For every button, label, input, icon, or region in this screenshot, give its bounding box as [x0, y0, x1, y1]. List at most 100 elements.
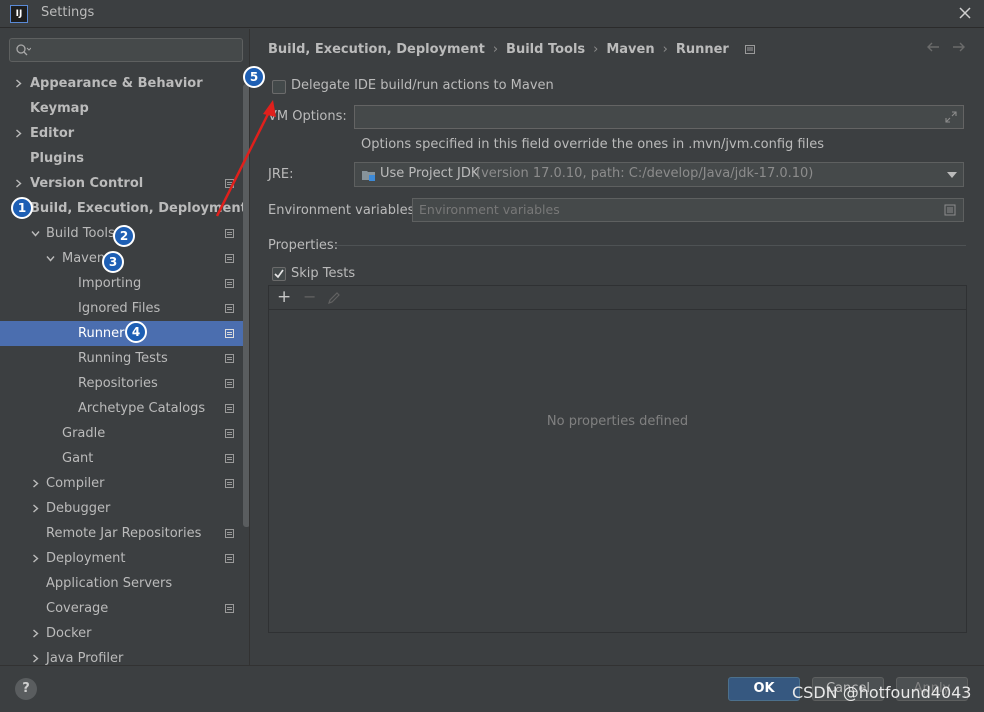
sidebar-item-label: Appearance & Behavior [30, 76, 203, 91]
project-level-icon [225, 229, 234, 238]
project-level-icon [225, 354, 234, 363]
project-level-icon [225, 329, 234, 338]
chevron-right-icon[interactable] [31, 629, 40, 638]
help-button[interactable]: ? [15, 678, 37, 700]
sidebar-item[interactable]: Deployment [0, 546, 249, 571]
annotation-badge-2: 2 [113, 225, 135, 247]
breadcrumb-item[interactable]: Maven [606, 42, 654, 57]
sidebar-item[interactable]: Maven [0, 246, 249, 271]
sidebar-item-label: Gradle [62, 426, 106, 441]
env-variables-field[interactable]: Environment variables [412, 198, 964, 222]
annotation-badge-3: 3 [102, 251, 124, 273]
chevron-down-icon[interactable] [46, 254, 55, 263]
chevron-right-icon[interactable] [14, 129, 23, 138]
settings-search-input[interactable] [9, 38, 243, 62]
chevron-right-icon[interactable] [31, 654, 40, 663]
ok-button[interactable]: OK [728, 677, 800, 701]
sidebar-item[interactable]: Coverage [0, 596, 249, 621]
chevron-right-icon[interactable] [31, 504, 40, 513]
sidebar-item-label: Java Profiler [46, 651, 124, 665]
add-icon[interactable]: + [277, 287, 291, 307]
sidebar-item-label: Debugger [46, 501, 111, 516]
sidebar-item[interactable]: Application Servers [0, 571, 249, 596]
sidebar-item-label: Application Servers [46, 576, 173, 591]
sidebar-item[interactable]: Docker [0, 621, 249, 646]
breadcrumb-separator: › [593, 42, 599, 57]
properties-divider [333, 245, 966, 246]
browse-icon[interactable] [944, 204, 956, 216]
sidebar-item[interactable]: Gradle [0, 421, 249, 446]
sidebar-item-label: Archetype Catalogs [78, 401, 206, 416]
vm-options-label: VM Options: [268, 109, 347, 124]
navigation-arrows [918, 41, 966, 57]
sidebar-item-label: Remote Jar Repositories [46, 526, 202, 541]
sidebar-item[interactable]: Running Tests [0, 346, 249, 371]
sidebar-item-label: Ignored Files [78, 301, 161, 316]
project-level-icon [225, 529, 234, 538]
sidebar-item[interactable]: Plugins [0, 146, 249, 171]
sidebar-item[interactable]: Version Control [0, 171, 249, 196]
empty-properties-text: No properties defined [546, 414, 689, 429]
sidebar-item[interactable]: Appearance & Behavior [0, 71, 249, 96]
sidebar-item[interactable]: Remote Jar Repositories [0, 521, 249, 546]
window-title: Settings [41, 5, 95, 20]
sidebar-item[interactable]: Importing [0, 271, 249, 296]
sidebar-item[interactable]: Ignored Files [0, 296, 249, 321]
properties-toolbar: + − [269, 286, 966, 310]
vm-options-field[interactable] [354, 105, 964, 129]
chevron-right-icon[interactable] [31, 479, 40, 488]
sidebar-item[interactable]: Keymap [0, 96, 249, 121]
delegate-label[interactable]: Delegate IDE build/run actions to Maven [291, 78, 554, 93]
chevron-down-icon[interactable] [31, 229, 40, 238]
sidebar-item-label: Runner [78, 326, 125, 341]
vm-options-hint: Options specified in this field override… [361, 137, 825, 152]
breadcrumb-item[interactable]: Build, Execution, Deployment [268, 42, 485, 57]
folder-jdk-icon [362, 171, 375, 181]
delegate-checkbox[interactable] [272, 80, 286, 94]
breadcrumb-separator: › [492, 42, 499, 57]
sidebar-item[interactable]: Repositories [0, 371, 249, 396]
project-level-icon [225, 604, 234, 613]
breadcrumb-item[interactable]: Build Tools [506, 42, 585, 57]
properties-label: Properties: [268, 238, 339, 253]
sidebar-scrollbar[interactable] [243, 84, 249, 527]
sidebar-item[interactable]: Editor [0, 121, 249, 146]
project-level-icon [225, 479, 234, 488]
sidebar-item[interactable]: Archetype Catalogs [0, 396, 249, 421]
chevron-right-icon[interactable] [14, 179, 23, 188]
project-level-icon [225, 279, 234, 288]
runner-settings-panel: Build, Execution, Deployment › Build Tools… [251, 29, 984, 665]
project-level-icon [225, 404, 234, 413]
chevron-right-icon[interactable] [31, 554, 40, 563]
remove-icon[interactable]: − [303, 287, 316, 307]
checkmark-icon [274, 269, 284, 279]
project-level-icon [225, 454, 234, 463]
sidebar-item-label: Docker [46, 626, 92, 641]
jre-select[interactable]: Use Project JDK (version 17.0.10, path: … [354, 162, 964, 187]
sidebar-item[interactable]: Build, Execution, Deployment [0, 196, 249, 221]
sidebar-item-label: Repositories [78, 376, 158, 391]
close-icon[interactable] [956, 4, 974, 22]
sidebar-item[interactable]: Gant [0, 446, 249, 471]
back-arrow-icon[interactable] [926, 41, 940, 53]
annotation-badge-1: 1 [11, 197, 33, 219]
sidebar-item[interactable]: Compiler [0, 471, 249, 496]
edit-pencil-icon[interactable] [327, 291, 341, 305]
dialog-footer: ? OK Cancel Apply CSDN @hotfound4043 [0, 665, 984, 712]
jre-label: JRE: [268, 167, 294, 182]
sidebar-item-label: Build Tools [46, 226, 115, 241]
forward-arrow-icon[interactable] [952, 41, 966, 53]
sidebar-item-label: Importing [78, 276, 142, 291]
sidebar-item-label: Version Control [30, 176, 144, 191]
jre-detail: (version 17.0.10, path: C:/develop/Java/… [476, 166, 814, 181]
env-variables-label: Environment variables: [268, 203, 419, 218]
sidebar-item[interactable]: Debugger [0, 496, 249, 521]
sidebar-item-label: Deployment [46, 551, 126, 566]
sidebar-item-label: Keymap [30, 101, 89, 116]
skip-tests-label[interactable]: Skip Tests [291, 266, 355, 281]
project-level-icon [225, 254, 234, 263]
chevron-right-icon[interactable] [14, 79, 23, 88]
expand-icon[interactable] [945, 111, 957, 123]
sidebar-item[interactable]: Java Profiler [0, 646, 249, 665]
skip-tests-checkbox[interactable] [272, 267, 286, 281]
